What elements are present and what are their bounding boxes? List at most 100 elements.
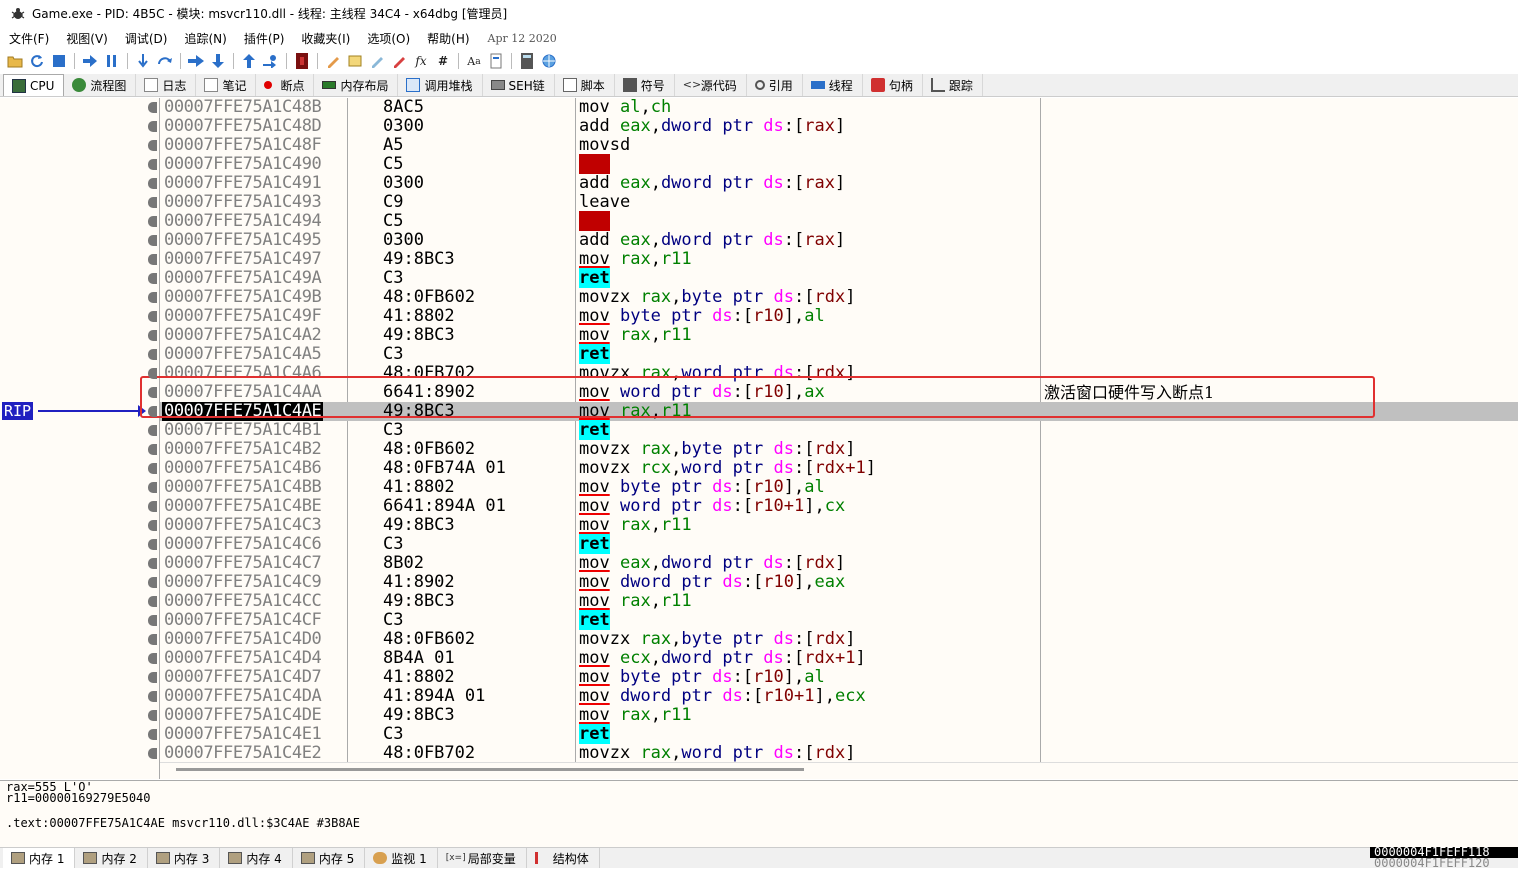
bookmarks-icon[interactable] — [368, 52, 386, 70]
tab-dump-2[interactable]: 内存 2 — [75, 848, 148, 868]
disasm-row[interactable]: 00007FFE75A1C4DE 49:8BC3 mov rax,r11 — [160, 706, 1518, 725]
tab-seh[interactable]: SEH链 — [483, 74, 555, 96]
breakpoint-toggle[interactable] — [148, 463, 157, 474]
breakpoint-toggle[interactable] — [148, 634, 157, 645]
breakpoint-toggle[interactable] — [148, 444, 157, 455]
breakpoint-toggle[interactable] — [148, 406, 157, 417]
tab-references[interactable]: 引用 — [747, 74, 803, 96]
tab-trace[interactable]: 跟踪 — [923, 74, 983, 96]
breakpoint-toggle[interactable] — [148, 672, 157, 683]
breakpoint-toggle[interactable] — [148, 520, 157, 531]
disasm-row[interactable]: 00007FFE75A1C4C3 49:8BC3 mov rax,r11 — [160, 516, 1518, 535]
menu-plugins[interactable]: 插件(P) — [244, 30, 285, 47]
disasm-row[interactable]: 00007FFE75A1C4CF C3 ret — [160, 610, 1518, 630]
disasm-row[interactable]: 00007FFE75A1C4A5 C3 ret — [160, 344, 1518, 364]
breakpoint-toggle[interactable] — [148, 235, 157, 246]
breakpoint-toggle[interactable] — [148, 653, 157, 664]
tab-dump-3[interactable]: 内存 3 — [148, 848, 221, 868]
disasm-row[interactable]: 00007FFE75A1C495 0300 add eax,dword ptr ds… — [160, 231, 1518, 250]
disasm-row[interactable]: 00007FFE75A1C4A2 49:8BC3 mov rax,r11 — [160, 326, 1518, 345]
disasm-row[interactable]: 00007FFE75A1C48D 0300 add eax,dword ptr ds… — [160, 117, 1518, 136]
run-to-user-code-icon[interactable] — [262, 52, 280, 70]
disasm-row[interactable]: 00007FFE75A1C4D7 41:8802 mov byte ptr ds:[… — [160, 668, 1518, 687]
step-over-icon[interactable] — [156, 52, 174, 70]
tab-cpu[interactable]: CPU — [3, 74, 65, 96]
disasm-row[interactable]: 00007FFE75A1C4B6 48:0FB74A 01 movzx rcx,wo… — [160, 459, 1518, 478]
disasm-row[interactable]: 00007FFE75A1C49F 41:8802 mov byte ptr ds:[… — [160, 307, 1518, 326]
execute-till-return-icon[interactable] — [240, 52, 258, 70]
disasm-row[interactable]: 00007FFE75A1C49A C3 ret — [160, 268, 1518, 288]
disasm-row[interactable]: 00007FFE75A1C4C9 41:8902 mov dword ptr ds:… — [160, 573, 1518, 592]
breakpoint-toggle[interactable] — [148, 330, 157, 341]
globe-icon[interactable] — [540, 52, 558, 70]
tab-call-stack[interactable]: 调用堆栈 — [398, 74, 483, 96]
disasm-row[interactable]: 00007FFE75A1C491 0300 add eax,dword ptr ds… — [160, 174, 1518, 193]
hash-icon[interactable]: # — [434, 52, 452, 70]
breakpoint-toggle[interactable] — [148, 596, 157, 607]
disasm-row[interactable]: 00007FFE75A1C494 C5??? — [160, 211, 1518, 231]
breakpoint-toggle[interactable] — [148, 577, 157, 588]
menu-options[interactable]: 选项(O) — [367, 30, 410, 47]
disasm-row[interactable]: 00007FFE75A1C48F A5 movsd — [160, 136, 1518, 155]
scylla-icon[interactable] — [293, 52, 311, 70]
scrollbar-thumb[interactable] — [176, 768, 804, 771]
breakpoint-toggle[interactable] — [148, 748, 157, 759]
labels-icon[interactable] — [346, 52, 364, 70]
tab-watch-1[interactable]: 监视 1 — [365, 848, 438, 868]
tab-notes[interactable]: 笔记 — [196, 74, 257, 96]
breakpoint-toggle[interactable] — [148, 311, 157, 322]
disasm-row[interactable]: 00007FFE75A1C4A6 48:0FB702 movzx rax,word … — [160, 364, 1518, 383]
fx-icon[interactable]: fx — [412, 52, 430, 70]
tab-dump-5[interactable]: 内存 5 — [293, 848, 366, 868]
disasm-row[interactable]: 00007FFE75A1C4D0 48:0FB602 movzx rax,byte … — [160, 630, 1518, 649]
horizontal-scrollbar[interactable] — [160, 762, 1518, 779]
disasm-row[interactable]: 00007FFE75A1C4D4 8B4A 01 mov ecx,dword ptr… — [160, 649, 1518, 668]
tab-breakpoints[interactable]: 断点 — [256, 74, 315, 96]
disasm-row[interactable]: 00007FFE75A1C48B 8AC5 mov al,ch — [160, 98, 1518, 117]
breakpoint-toggle[interactable] — [148, 216, 157, 227]
disasm-row[interactable]: 00007FFE75A1C49B 48:0FB602 movzx rax,byte … — [160, 288, 1518, 307]
breakpoint-toggle[interactable] — [148, 368, 157, 379]
menu-trace[interactable]: 追踪(N) — [184, 30, 226, 47]
breakpoint-toggle[interactable] — [148, 482, 157, 493]
breakpoint-toggle[interactable] — [148, 254, 157, 265]
breakpoint-toggle[interactable] — [148, 178, 157, 189]
disasm-row[interactable]: 00007FFE75A1C4DA 41:894A 01 mov dword ptr … — [160, 687, 1518, 706]
breakpoint-toggle[interactable] — [148, 710, 157, 721]
disasm-row[interactable]: 00007FFE75A1C4E1 C3 ret — [160, 724, 1518, 744]
tab-log[interactable]: 日志 — [136, 74, 197, 96]
breakpoint-toggle[interactable] — [148, 140, 157, 151]
tab-script[interactable]: 脚本 — [555, 74, 615, 96]
tab-memory-map[interactable]: 内存布局 — [314, 74, 399, 96]
menu-favourites[interactable]: 收藏夹(I) — [301, 30, 350, 47]
step-into-icon[interactable] — [134, 52, 152, 70]
pause-icon[interactable] — [103, 52, 121, 70]
disasm-row[interactable]: 00007FFE75A1C4C6 C3 ret — [160, 534, 1518, 554]
breakpoint-toggle[interactable] — [148, 349, 157, 360]
disasm-row[interactable]: 00007FFE75A1C4C7 8B02 mov eax,dword ptr ds… — [160, 554, 1518, 573]
breakpoint-toggle[interactable] — [148, 729, 157, 740]
tab-dump-4[interactable]: 内存 4 — [220, 848, 293, 868]
disasm-row[interactable]: 00007FFE75A1C4CC 49:8BC3 mov rax,r11 — [160, 592, 1518, 611]
breakpoint-toggle[interactable] — [148, 615, 157, 626]
breakpoint-toggle[interactable] — [148, 273, 157, 284]
menu-file[interactable]: 文件(F) — [9, 30, 49, 47]
breakpoint-toggle[interactable] — [148, 558, 157, 569]
disasm-row[interactable]: 00007FFE75A1C497 49:8BC3 mov rax,r11 — [160, 250, 1518, 269]
tab-threads[interactable]: 线程 — [803, 74, 863, 96]
patch-icon[interactable] — [487, 52, 505, 70]
breakpoint-toggle[interactable] — [148, 159, 157, 170]
breakpoint-toggle[interactable] — [148, 197, 157, 208]
breakpoint-toggle[interactable] — [148, 539, 157, 550]
tab-graph[interactable]: 流程图 — [64, 74, 137, 96]
disasm-row-selected[interactable]: 00007FFE75A1C4AE 49:8BC3 mov rax,r11 — [160, 402, 1518, 421]
tab-struct[interactable]: 结构体 — [527, 848, 600, 868]
functions-icon[interactable] — [390, 52, 408, 70]
breakpoint-toggle[interactable] — [148, 387, 157, 398]
stop-icon[interactable] — [50, 52, 68, 70]
comments-icon[interactable] — [324, 52, 342, 70]
breakpoint-toggle[interactable] — [148, 425, 157, 436]
disasm-row[interactable]: 00007FFE75A1C493 C9 leave — [160, 193, 1518, 212]
tab-locals[interactable]: [x=] 局部变量 — [438, 848, 527, 868]
tab-handles[interactable]: 句柄 — [863, 74, 923, 96]
